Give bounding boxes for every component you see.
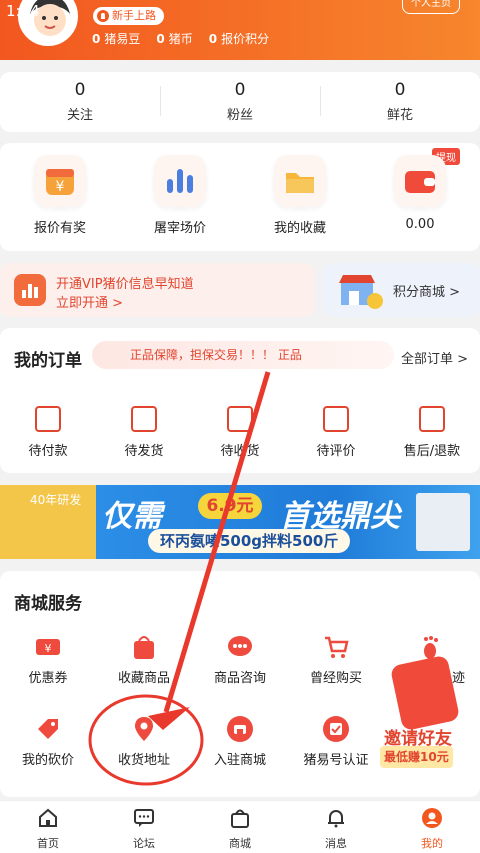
- forum-icon: [134, 809, 154, 827]
- shipping-address-button[interactable]: 收货地址: [96, 715, 192, 768]
- flowers-stat[interactable]: 0 鲜花: [320, 72, 480, 132]
- following-stat[interactable]: 0 关注: [0, 72, 160, 132]
- banner-left-text: 40年研发: [0, 485, 96, 559]
- mall-title: 商城服务: [14, 594, 82, 614]
- orders-card: 我的订单 正品保障，担保交易！！！ 正品 全部订单 > 待付款 待发货 待收货 …: [0, 328, 480, 473]
- shopping-bag-icon: [130, 633, 158, 661]
- red-envelope-icon: [389, 654, 461, 732]
- banner-price: 6.9元: [198, 493, 262, 519]
- certificate-icon: [322, 715, 350, 743]
- refund-icon: [419, 406, 445, 432]
- vip-promo[interactable]: 开通VIP猪价信息早知道 立即开通 >: [0, 263, 314, 317]
- tab-home[interactable]: 首页: [0, 801, 96, 853]
- product-consult-button[interactable]: 商品咨询: [192, 633, 288, 686]
- bell-icon: [328, 810, 344, 828]
- all-orders-link[interactable]: 全部订单 >: [401, 348, 468, 367]
- coupon-icon: ¥: [34, 633, 62, 661]
- invite-friends-float[interactable]: 邀请好友 最低赚10元: [378, 654, 474, 770]
- truck-icon: [227, 406, 253, 432]
- coupon-button[interactable]: ¥ 优惠券: [0, 633, 96, 686]
- svg-text:¥: ¥: [56, 179, 65, 195]
- vip-open-link[interactable]: 立即开通 >: [56, 292, 123, 311]
- shopping-bag-icon: [231, 809, 249, 828]
- store-icon: [226, 715, 254, 743]
- bottom-nav: 首页 论坛 商城 消息 我的: [0, 800, 480, 853]
- pending-payment-button[interactable]: 待付款: [0, 406, 96, 459]
- invite-reward: 最低赚10元: [380, 746, 453, 768]
- pending-receipt-button[interactable]: 待收货: [192, 406, 288, 459]
- join-mall-button[interactable]: 入驻商城: [192, 715, 288, 768]
- profile-header: 1:54 新手上路 个人主页 0 猪易豆 0 猪币 0 报价积分: [0, 0, 480, 60]
- stat-beans[interactable]: 0 猪易豆: [92, 30, 140, 47]
- points-mall-label: 积分商城 >: [393, 285, 461, 300]
- tab-forum[interactable]: 论坛: [96, 801, 192, 853]
- badge-icon: [97, 10, 109, 22]
- wallet-button[interactable]: 提现 0.00: [360, 143, 480, 251]
- home-icon: [39, 808, 57, 827]
- favorite-products-button[interactable]: 收藏商品: [96, 633, 192, 686]
- stat-coins[interactable]: 0 猪币: [156, 30, 192, 47]
- location-pin-icon: [130, 715, 158, 743]
- tab-mall[interactable]: 商城: [192, 801, 288, 853]
- stats-row: 0 猪易豆 0 猪币 0 报价积分: [92, 30, 269, 47]
- banner-text-1: 仅需: [102, 499, 162, 534]
- my-favorites-button[interactable]: 我的收藏: [240, 143, 360, 251]
- guarantee-marquee: 正品保障，担保交易！！！ 正品: [92, 341, 394, 369]
- homepage-badge[interactable]: 个人主页: [402, 0, 460, 14]
- vip-chart-icon: [14, 274, 46, 306]
- shop-icon: [335, 271, 385, 311]
- pending-shipment-button[interactable]: 待发货: [96, 406, 192, 459]
- folder-icon: [274, 155, 326, 207]
- orders-title: 我的订单: [14, 351, 82, 371]
- comment-icon: [323, 406, 349, 432]
- newbie-label: 新手上路: [112, 9, 156, 22]
- order-status-row: 待付款 待发货 待收货 待评价 售后/退款: [0, 406, 480, 459]
- my-bargain-button[interactable]: 我的砍价: [0, 715, 96, 768]
- purchased-before-button[interactable]: 曾经购买: [288, 633, 384, 686]
- pending-review-button[interactable]: 待评价: [288, 406, 384, 459]
- follow-card: 0 关注 0 粉丝 0 鲜花: [0, 72, 480, 132]
- bar-chart-icon: [154, 155, 206, 207]
- banner-subtitle: 环丙氨嗪500g拌料500斤: [148, 529, 351, 553]
- package-icon: [131, 406, 157, 432]
- fans-stat[interactable]: 0 粉丝: [160, 72, 320, 132]
- status-time: 1:54: [6, 2, 40, 20]
- newbie-badge[interactable]: 新手上路: [93, 7, 164, 25]
- wallet-icon: [394, 155, 446, 207]
- verification-button[interactable]: 猪易号认证: [288, 715, 384, 768]
- refund-button[interactable]: 售后/退款: [384, 406, 480, 459]
- svg-text:¥: ¥: [45, 642, 52, 655]
- tab-mine[interactable]: 我的: [384, 801, 480, 853]
- features-card: ¥ 报价有奖 屠宰场价 我的收藏 提现 0.00: [0, 143, 480, 251]
- points-mall[interactable]: 积分商城 >: [323, 263, 480, 317]
- yen-bag-icon: ¥: [34, 155, 86, 207]
- promo-banner[interactable]: 40年研发 仅需 6.9元 首选鼎尖 环丙氨嗪500g拌料500斤: [0, 485, 480, 559]
- tab-messages[interactable]: 消息: [288, 801, 384, 853]
- quote-reward-button[interactable]: ¥ 报价有奖: [0, 143, 120, 251]
- product-image: [416, 493, 470, 551]
- stat-quote-points[interactable]: 0 报价积分: [209, 30, 269, 47]
- cart-icon: [322, 633, 350, 661]
- wallet-card-icon: [35, 406, 61, 432]
- price-tag-icon: [34, 715, 62, 743]
- vip-text: 开通VIP猪价信息早知道: [56, 277, 194, 292]
- profile-icon: [422, 808, 442, 828]
- chat-bubble-icon: [226, 633, 254, 661]
- slaughter-price-button[interactable]: 屠宰场价: [120, 143, 240, 251]
